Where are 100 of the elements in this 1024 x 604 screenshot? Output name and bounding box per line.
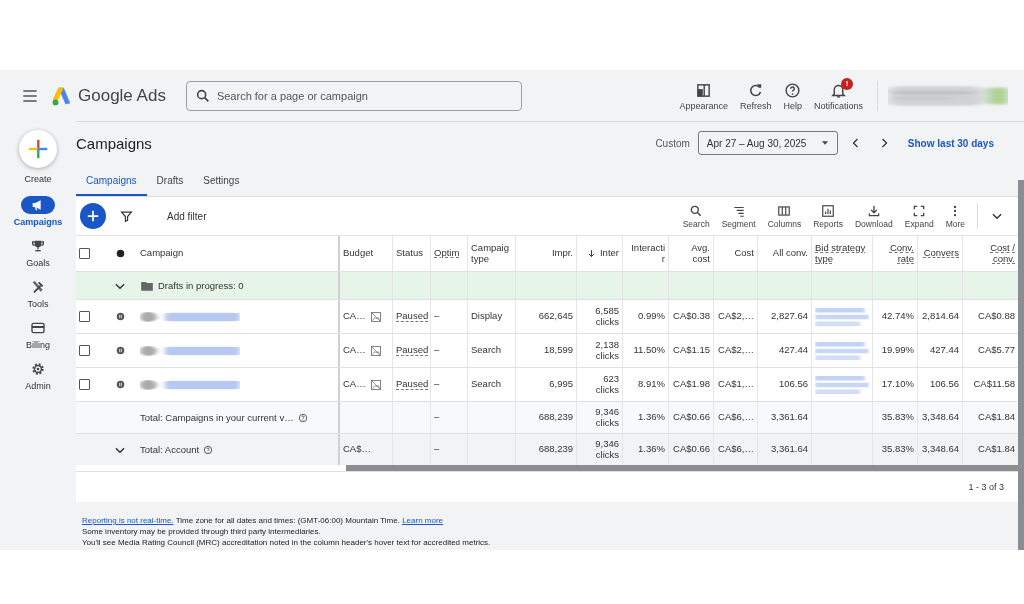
- blurred-name-drawing: [815, 341, 869, 360]
- refresh-button[interactable]: Refresh: [735, 81, 776, 111]
- table-cell: 106.56: [778, 379, 808, 390]
- tab[interactable]: Drafts: [146, 166, 194, 196]
- table-cell: CA$1.15: [673, 345, 710, 356]
- table-cell: CA$1.84: [978, 412, 1015, 423]
- column-header[interactable]: All conv.: [772, 248, 808, 259]
- chart-icon: [821, 203, 836, 218]
- reports-tool-button[interactable]: Reports: [807, 203, 849, 229]
- table-cell: 623 clicks: [595, 374, 619, 395]
- table-cell: 427.44: [778, 345, 808, 356]
- image-off-icon: [369, 310, 382, 323]
- table-cell: CA$1,…: [718, 379, 754, 390]
- more-tool-button[interactable]: More: [939, 203, 971, 229]
- page-title: Campaigns: [76, 134, 152, 152]
- total-label: Total: Account: [140, 444, 200, 455]
- download-icon: [866, 203, 881, 218]
- column-header[interactable]: Budget: [343, 248, 374, 259]
- column-header[interactable]: Avg. cost: [691, 242, 710, 265]
- total-label: Total: Campaigns in your current v…: [140, 412, 294, 423]
- image-off-icon: [369, 344, 382, 357]
- table-cell: CA$1.84: [978, 444, 1015, 455]
- dropdown-caret-icon: [820, 139, 829, 147]
- plus-icon: [86, 209, 100, 223]
- table-cell: –: [434, 311, 440, 322]
- table-cell: CA$0.66: [673, 444, 710, 455]
- sidebar-item[interactable]: Admin: [21, 360, 55, 391]
- appearance-button[interactable]: Appearance: [675, 81, 732, 111]
- segment-tool-button[interactable]: Segment: [715, 203, 762, 229]
- show-last-30-days-link[interactable]: Show last 30 days: [901, 136, 1000, 150]
- expand-tool-button[interactable]: Expand: [898, 203, 940, 229]
- table-cell: 688,239: [538, 412, 573, 423]
- footer-link[interactable]: Reporting is not real-time.: [82, 516, 174, 525]
- trophy-icon: [30, 238, 46, 254]
- search-field[interactable]: Search for a page or campaign: [185, 81, 522, 111]
- date-range-label: Custom: [655, 137, 690, 149]
- tab[interactable]: Settings: [193, 166, 250, 196]
- table-cell: 18,599: [543, 345, 573, 356]
- checkbox[interactable]: [79, 379, 90, 390]
- table-cell: CA$2,…: [718, 311, 754, 322]
- search-icon: [689, 203, 704, 218]
- column-header[interactable]: Convers: [923, 248, 959, 259]
- table-cell: 2,138 clicks: [595, 340, 619, 361]
- search-tool-button[interactable]: Search: [676, 203, 716, 229]
- expand-icon: [912, 203, 927, 218]
- checkbox[interactable]: [79, 311, 90, 322]
- checkbox[interactable]: [79, 345, 90, 356]
- table-cell: 106.56: [929, 379, 959, 390]
- column-header[interactable]: Interacti r: [631, 242, 665, 265]
- table-cell: 35.83%: [881, 444, 914, 455]
- table-cell: 3,348.64: [922, 444, 959, 455]
- filter-icon: [120, 209, 133, 223]
- add-button[interactable]: [80, 203, 106, 229]
- column-header[interactable]: Cost: [734, 248, 754, 259]
- table-cell: CA$0.88: [978, 311, 1015, 322]
- table-cell: Paused: [396, 310, 429, 323]
- column-header[interactable]: Campaign: [140, 248, 184, 259]
- layout-icon: [695, 81, 713, 99]
- table-cell: Paused: [396, 344, 429, 357]
- column-header[interactable]: Cost / conv.: [990, 242, 1015, 265]
- checkbox[interactable]: [79, 248, 90, 259]
- table-cell: 9,346 clicks: [595, 439, 619, 460]
- footer-link[interactable]: Learn more: [402, 516, 444, 525]
- horizontal-scrollbar[interactable]: [346, 465, 1018, 471]
- help-button[interactable]: Help: [779, 81, 806, 111]
- table-cell: 2,827.64: [771, 311, 808, 322]
- download-tool-button[interactable]: Download: [848, 203, 899, 229]
- table-cell: 1.36%: [638, 444, 665, 455]
- column-header[interactable]: Inter: [600, 248, 619, 259]
- product-name: Google Ads: [78, 86, 166, 106]
- scrollbar[interactable]: [1018, 180, 1024, 550]
- column-header[interactable]: Optim: [434, 248, 460, 259]
- table-cell: Search: [471, 379, 502, 390]
- column-header[interactable]: Impr.: [551, 248, 573, 259]
- footer-note: Some inventory may be provided through third party intermediaries.: [82, 526, 322, 537]
- table-cell: Display: [471, 311, 503, 322]
- add-filter-button[interactable]: Add filter: [161, 209, 213, 223]
- search-icon: [194, 88, 211, 104]
- sidebar-item[interactable]: Tools: [21, 278, 55, 309]
- status-dot-icon: [115, 249, 125, 258]
- table-cell: CA$6,…: [718, 444, 754, 455]
- table-cell: CA$2,…: [718, 345, 754, 356]
- column-header[interactable]: Status: [396, 248, 423, 259]
- image-off-icon: [369, 378, 382, 391]
- table-cell: 6,995: [549, 379, 573, 390]
- column-header[interactable]: Conv. rate: [889, 242, 914, 265]
- table-cell: Paused: [396, 378, 429, 391]
- sidebar-item[interactable]: Goals: [21, 237, 55, 268]
- column-header[interactable]: Bid strategy type: [815, 242, 866, 265]
- table-cell: –: [434, 379, 440, 390]
- column-header[interactable]: Campaig type: [471, 242, 510, 265]
- gear-icon: [30, 361, 46, 377]
- footer-note: You'll see Media Rating Council (MRC) accreditation noted in the column header's hover text for accredited metrics.: [82, 537, 492, 548]
- sidebar-item[interactable]: Campaigns: [13, 196, 63, 227]
- date-range-dropdown[interactable]: Apr 27 – Aug 30, 2025: [697, 131, 838, 155]
- columns-icon: [777, 203, 792, 218]
- table-cell: CA…: [343, 379, 366, 390]
- sidebar-item[interactable]: Billing: [21, 319, 55, 350]
- table-cell: 11.50%: [633, 345, 665, 356]
- columns-tool-button[interactable]: Columns: [761, 203, 808, 229]
